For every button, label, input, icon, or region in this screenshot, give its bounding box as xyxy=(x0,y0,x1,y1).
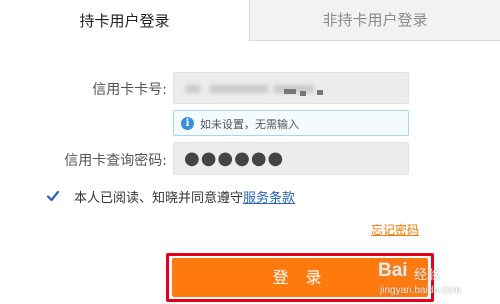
login-tabs: 持卡用户登录 非持卡用户登录 xyxy=(0,0,500,42)
masked-card-number xyxy=(186,83,346,96)
password-input[interactable]: ●●●●●● xyxy=(173,142,409,175)
hint-tooltip: i 如未设置，无需输入 xyxy=(173,110,409,136)
info-icon: i xyxy=(181,117,194,130)
password-label: 信用卡查询密码: xyxy=(64,153,167,169)
watermark-sub: 经验 xyxy=(414,268,441,283)
password-mask: ●●●●●● xyxy=(184,148,285,169)
card-number-input[interactable] xyxy=(173,72,409,104)
card-number-label: 信用卡卡号: xyxy=(92,82,167,98)
watermark-url: jingyan.baidu.com xyxy=(380,285,461,296)
baidu-jingyan-watermark: Bai 经验 jingyan.baidu.com xyxy=(378,260,496,302)
hint-text: 如未设置，无需输入 xyxy=(200,118,299,131)
forgot-password-link[interactable]: 忘记密码 xyxy=(371,221,419,238)
agreement-statement: 本人已阅读、知晓并同意遵守 xyxy=(74,191,244,206)
agreement-checkbox-icon[interactable] xyxy=(45,188,61,204)
tab-cardholder-login[interactable]: 持卡用户登录 xyxy=(0,0,249,42)
terms-of-service-link[interactable]: 服务条款 xyxy=(243,191,295,206)
watermark-logo: Bai xyxy=(378,260,408,281)
tab-non-cardholder-login[interactable]: 非持卡用户登录 xyxy=(249,0,500,41)
agreement-text: 本人已阅读、知晓并同意遵守服务条款 xyxy=(74,187,295,206)
